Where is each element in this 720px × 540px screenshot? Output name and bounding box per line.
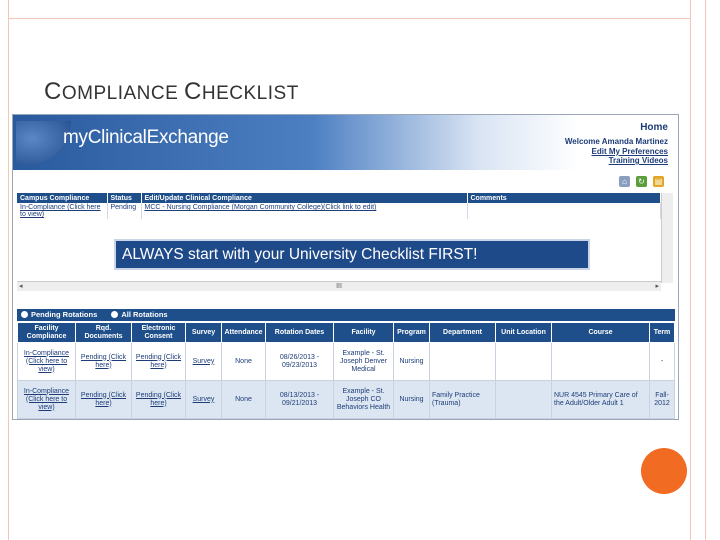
program-cell: Nursing: [393, 380, 430, 419]
comments-cell: [467, 203, 661, 219]
scroll-thumb[interactable]: III: [336, 283, 342, 290]
survey-link[interactable]: Survey: [185, 380, 222, 419]
app-logo[interactable]: myClinicalExchange: [63, 127, 229, 149]
callout-banner: ALWAYS start with your University Checkl…: [114, 239, 590, 270]
col-unit-location: Unit Location: [495, 322, 552, 343]
refresh-icon[interactable]: ↻: [636, 176, 647, 187]
title-rest-1: OMPLIANCE: [61, 83, 185, 104]
scroll-right-icon[interactable]: ▸: [655, 282, 659, 291]
col-status: Status: [107, 193, 142, 203]
rotation-tabs: Pending Rotations All Rotations: [17, 309, 675, 321]
col-rotation-dates: Rotation Dates: [265, 322, 334, 343]
term-cell: Fall-2012: [649, 380, 675, 419]
attendance-cell: None: [221, 342, 266, 381]
department-cell: Family Practice (Trauma): [429, 380, 496, 419]
slide-border-top: [8, 18, 690, 19]
edit-compliance-link[interactable]: MCC - Nursing Compliance (Morgan Communi…: [141, 203, 468, 219]
export-icon[interactable]: ▤: [653, 176, 664, 187]
rqd-documents-link[interactable]: Pending (Click here): [75, 380, 132, 419]
rotations-table: Facility Compliance Rqd. Documents Elect…: [17, 322, 675, 419]
col-term: Term: [649, 322, 675, 343]
col-facility: Facility: [333, 322, 394, 343]
home-link[interactable]: Home: [640, 122, 668, 133]
edit-preferences-link[interactable]: Edit My Preferences: [592, 147, 668, 156]
table-row: In-Compliance (Click here to view) Pendi…: [17, 203, 661, 219]
facility-cell: Example - St. Joseph CO Behaviors Health: [333, 380, 394, 419]
course-cell: NUR 4545 Primary Care of the Adult/Older…: [551, 380, 650, 419]
title-cap-1: C: [44, 78, 62, 105]
slide-border-right-outer: [705, 0, 706, 540]
rqd-documents-link[interactable]: Pending (Click here): [75, 342, 132, 381]
col-edit-update: Edit/Update Clinical Compliance: [141, 193, 468, 203]
col-survey: Survey: [185, 322, 222, 343]
app-header: myClinicalExchange Home Welcome Amanda M…: [13, 115, 678, 170]
col-rqd-documents: Rqd. Documents: [75, 322, 132, 343]
col-campus-compliance: Campus Compliance: [17, 193, 108, 203]
app-screenshot: myClinicalExchange Home Welcome Amanda M…: [12, 114, 679, 420]
radio-icon[interactable]: [21, 311, 28, 318]
tab-label: Pending Rotations: [31, 310, 98, 319]
tab-all-rotations[interactable]: All Rotations: [111, 310, 168, 319]
tab-label: All Rotations: [121, 310, 168, 319]
home-icon[interactable]: ⌂: [619, 176, 630, 187]
title-rest-2: HECKLIST: [201, 83, 299, 104]
horizontal-scrollbar[interactable]: ◂ III ▸: [17, 281, 661, 291]
col-department: Department: [429, 322, 496, 343]
program-cell: Nursing: [393, 342, 430, 381]
facility-cell: Example - St. Joseph Denver Medical: [333, 342, 394, 381]
campus-compliance-table: Campus Compliance Status Edit/Update Cli…: [17, 193, 661, 219]
table-row: In-Compliance (Click here to view) Pendi…: [17, 342, 675, 381]
col-comments: Comments: [467, 193, 661, 203]
decorative-circle: [641, 448, 687, 494]
col-program: Program: [393, 322, 430, 343]
term-cell: -: [649, 342, 675, 381]
col-attendance: Attendance: [221, 322, 266, 343]
unit-location-cell: [495, 342, 552, 381]
toolbar-icons: ⌂ ↻ ▤: [619, 176, 664, 187]
radio-icon[interactable]: [111, 311, 119, 318]
facility-compliance-link[interactable]: In-Compliance (Click here to view): [17, 342, 76, 381]
vertical-scrollbar[interactable]: [661, 193, 673, 283]
tab-pending-rotations[interactable]: Pending Rotations: [21, 310, 97, 319]
rotation-dates-cell: 08/13/2013 - 09/21/2013: [265, 380, 334, 419]
title-cap-2: C: [184, 78, 202, 105]
facility-compliance-link[interactable]: In-Compliance (Click here to view): [17, 380, 76, 419]
rotation-dates-cell: 08/26/2013 - 09/23/2013: [265, 342, 334, 381]
department-cell: [429, 342, 496, 381]
slide-border-right: [690, 0, 691, 540]
electronic-consent-link[interactable]: Pending (Click here): [131, 342, 186, 381]
unit-location-cell: [495, 380, 552, 419]
col-facility-compliance: Facility Compliance: [17, 322, 76, 343]
slide-title: COMPLIANCE CHECKLIST: [44, 78, 299, 106]
status-cell: Pending: [107, 203, 142, 219]
campus-compliance-link[interactable]: In-Compliance (Click here to view): [17, 203, 108, 219]
course-cell: [551, 342, 650, 381]
col-electronic-consent: Electronic Consent: [131, 322, 186, 343]
welcome-text: Welcome Amanda Martinez: [564, 137, 668, 146]
slide-border-left: [8, 0, 9, 540]
electronic-consent-link[interactable]: Pending (Click here): [131, 380, 186, 419]
scroll-left-icon[interactable]: ◂: [19, 282, 23, 291]
training-videos-link[interactable]: Training Videos: [609, 156, 668, 165]
table-row: In-Compliance (Click here to view) Pendi…: [17, 380, 675, 419]
survey-link[interactable]: Survey: [185, 342, 222, 381]
col-course: Course: [551, 322, 650, 343]
attendance-cell: None: [221, 380, 266, 419]
